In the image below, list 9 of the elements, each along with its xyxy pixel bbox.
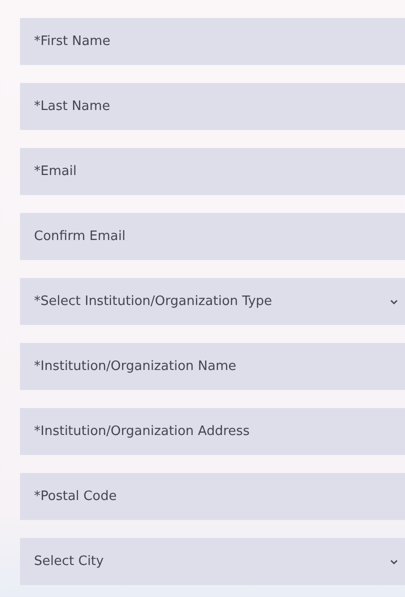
dropdown[interactable]: *Select Institution/Organization Type: [20, 278, 405, 325]
input-field[interactable]: Confirm Email: [20, 213, 405, 260]
input-field[interactable]: *First Name: [20, 18, 405, 65]
input-field[interactable]: *Institution/Organization Address: [20, 408, 405, 455]
input-field[interactable]: *Postal Code: [20, 473, 405, 520]
input-field[interactable]: *Last Name: [20, 83, 405, 130]
input-field[interactable]: *Institution/Organization Name: [20, 343, 405, 390]
dropdown[interactable]: Select City: [20, 538, 405, 585]
input-field[interactable]: *Email: [20, 148, 405, 195]
